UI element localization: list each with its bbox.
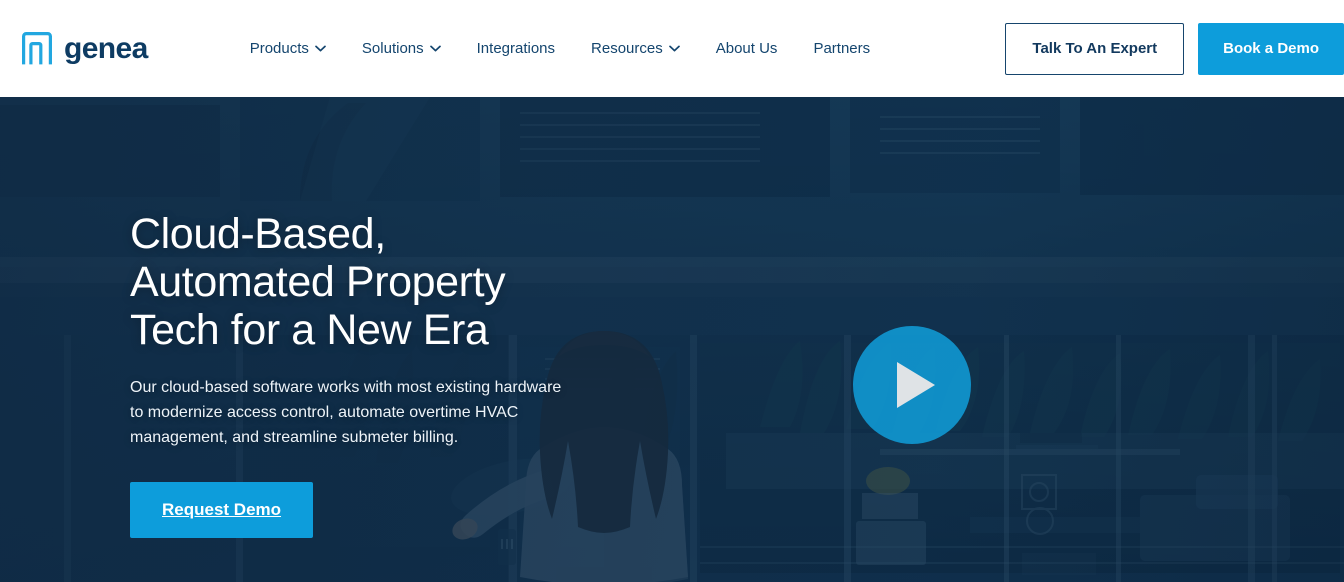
brand-wordmark: genea <box>64 31 148 65</box>
hero-heading-line-3: Tech for a New Era <box>130 306 489 354</box>
hero-heading-line-1: Cloud-Based, <box>130 210 386 258</box>
nav-label-partners: Partners <box>813 40 871 57</box>
nav-item-about-us[interactable]: About Us <box>698 30 796 67</box>
video-play-button[interactable] <box>853 326 971 444</box>
book-a-demo-button[interactable]: Book a Demo <box>1198 22 1344 75</box>
chevron-down-icon <box>315 45 326 52</box>
nav-label-solutions: Solutions <box>361 40 424 57</box>
play-triangle-icon <box>896 362 935 408</box>
hero-section: Cloud-Based, Automated Property Tech for… <box>0 97 1344 582</box>
request-demo-button[interactable]: Request Demo <box>130 482 314 538</box>
chevron-down-icon <box>429 45 441 52</box>
hero-heading: Cloud-Based, Automated Property Tech for… <box>130 210 690 354</box>
hero-content: Cloud-Based, Automated Property Tech for… <box>130 97 690 582</box>
site-header: genea Products Solutions Integrations Re… <box>0 0 1344 97</box>
nav-item-resources[interactable]: Resources <box>573 30 698 67</box>
nav-label-about-us: About Us <box>715 40 778 57</box>
nav-label-resources: Resources <box>591 40 663 57</box>
hero-heading-line-2: Automated Property <box>130 258 506 306</box>
main-navigation: Products Solutions Integrations Resource… <box>232 30 888 67</box>
brand-logo-link[interactable]: genea <box>22 31 148 66</box>
genea-arch-logo-icon <box>22 31 52 64</box>
nav-label-integrations: Integrations <box>476 40 556 57</box>
nav-item-products[interactable]: Products <box>232 30 344 67</box>
nav-item-partners[interactable]: Partners <box>795 30 888 67</box>
nav-label-products: Products <box>249 40 309 57</box>
chevron-down-icon <box>668 45 680 52</box>
nav-item-solutions[interactable]: Solutions <box>344 30 459 67</box>
nav-item-integrations[interactable]: Integrations <box>459 30 573 67</box>
talk-to-expert-button[interactable]: Talk To An Expert <box>1005 22 1185 75</box>
hero-subtitle: Our cloud-based software works with most… <box>130 379 562 446</box>
header-actions: Talk To An Expert Book a Demo <box>1005 22 1344 75</box>
